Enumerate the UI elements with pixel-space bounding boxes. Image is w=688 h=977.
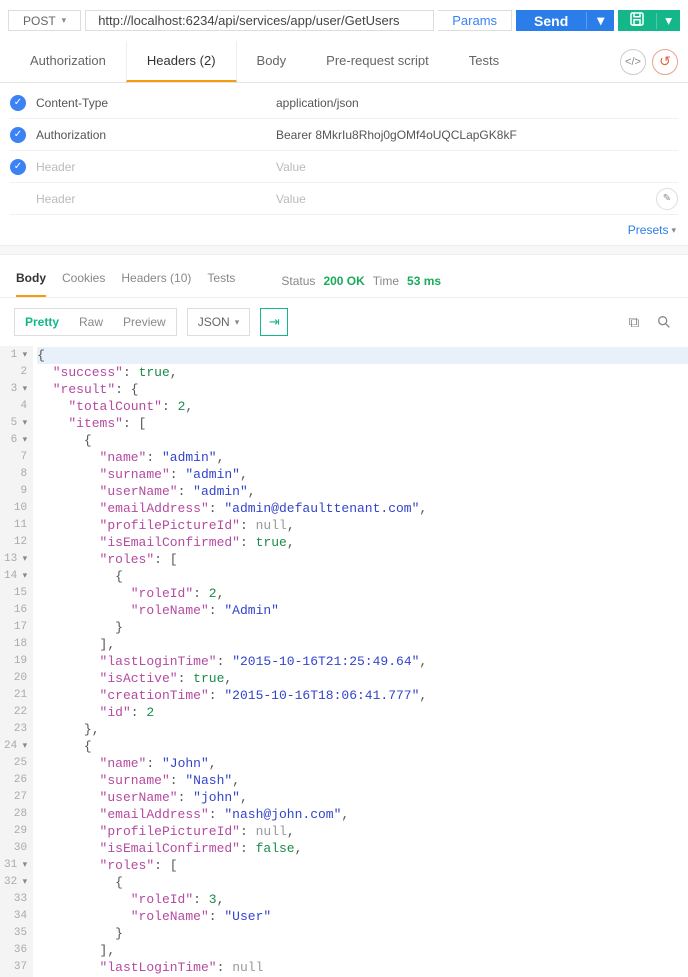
status-value: 200 OK xyxy=(323,274,364,288)
request-bar: POST ▾ Params Send ▾ ▾ xyxy=(0,0,688,41)
header-value-input[interactable] xyxy=(276,160,678,174)
search-icon[interactable] xyxy=(654,312,674,332)
header-key-input[interactable] xyxy=(36,96,276,110)
check-icon[interactable]: ✓ xyxy=(10,95,26,111)
chevron-down-icon[interactable]: ▾ xyxy=(586,12,614,29)
line-gutter: 1234567891011121314151617181920212223242… xyxy=(0,346,33,977)
response-body: 1234567891011121314151617181920212223242… xyxy=(0,346,688,977)
check-icon[interactable]: ✓ xyxy=(10,159,26,175)
resp-tab-headers[interactable]: Headers (10) xyxy=(121,265,191,297)
resp-tab-cookies[interactable]: Cookies xyxy=(62,265,105,297)
chevron-down-icon: ▾ xyxy=(62,15,67,26)
tab-authorization[interactable]: Authorization xyxy=(10,41,126,82)
code-content[interactable]: { "success": true, "result": { "totalCou… xyxy=(33,346,688,977)
method-select[interactable]: POST ▾ xyxy=(8,10,81,31)
resp-tab-body[interactable]: Body xyxy=(16,265,46,297)
time-value: 53 ms xyxy=(407,274,441,288)
format-preview[interactable]: Preview xyxy=(113,309,176,335)
tab-body[interactable]: Body xyxy=(237,41,307,82)
check-icon[interactable]: ✓ xyxy=(10,127,26,143)
header-row: ✓ xyxy=(10,119,678,151)
header-key-input[interactable] xyxy=(36,192,276,206)
save-button[interactable]: ▾ xyxy=(618,10,680,31)
resp-tab-tests[interactable]: Tests xyxy=(207,265,235,297)
method-label: POST xyxy=(23,14,56,28)
save-icon xyxy=(618,10,656,31)
header-row: ✓✎ xyxy=(10,183,678,215)
header-value-input[interactable] xyxy=(276,96,678,110)
status-info: Status 200 OK Time 53 ms xyxy=(281,274,441,288)
divider xyxy=(0,245,688,255)
response-toolbar: Pretty Raw Preview JSON▾ ⇥ ⧉ xyxy=(0,298,688,346)
header-key-input[interactable] xyxy=(36,160,276,174)
reset-icon[interactable]: ↺ xyxy=(652,49,678,75)
format-group: Pretty Raw Preview xyxy=(14,308,177,336)
format-pretty[interactable]: Pretty xyxy=(15,309,69,335)
header-row: ✓ xyxy=(10,151,678,183)
header-key-input[interactable] xyxy=(36,128,276,142)
wrap-toggle[interactable]: ⇥ xyxy=(260,308,288,336)
request-tabs: Authorization Headers (2) Body Pre-reque… xyxy=(0,41,688,83)
response-tabs: Body Cookies Headers (10) Tests Status 2… xyxy=(0,255,688,298)
header-value-input[interactable] xyxy=(276,128,678,142)
tab-tests[interactable]: Tests xyxy=(449,41,519,82)
copy-icon[interactable]: ⧉ xyxy=(624,312,644,332)
chevron-down-icon: ▾ xyxy=(671,225,676,236)
header-value-input[interactable] xyxy=(276,192,650,206)
send-button[interactable]: Send ▾ xyxy=(516,10,614,31)
chevron-down-icon[interactable]: ▾ xyxy=(656,13,680,29)
header-row: ✓ xyxy=(10,87,678,119)
headers-table: ✓ ✓ ✓ ✓✎ xyxy=(0,83,688,219)
type-select[interactable]: JSON▾ xyxy=(187,308,251,336)
edit-icon[interactable]: ✎ xyxy=(656,188,678,210)
chevron-down-icon: ▾ xyxy=(235,317,240,328)
presets-link[interactable]: Presets▾ xyxy=(628,223,676,237)
tab-prerequest[interactable]: Pre-request script xyxy=(306,41,449,82)
format-raw[interactable]: Raw xyxy=(69,309,113,335)
params-button[interactable]: Params xyxy=(438,10,512,31)
url-input[interactable] xyxy=(85,10,434,31)
send-label: Send xyxy=(516,13,586,29)
code-icon[interactable]: </> xyxy=(620,49,646,75)
tab-headers[interactable]: Headers (2) xyxy=(126,41,237,82)
